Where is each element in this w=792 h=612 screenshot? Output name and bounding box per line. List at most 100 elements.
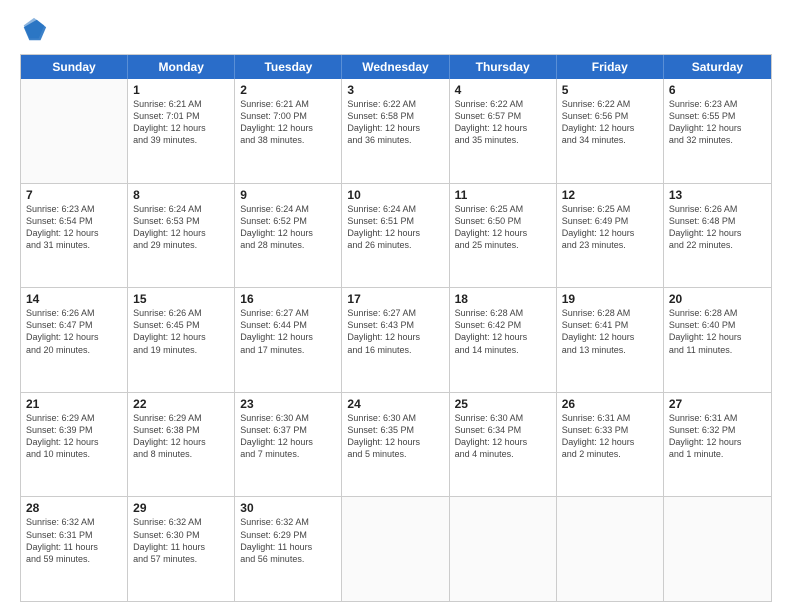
day-cell-5: 5Sunrise: 6:22 AM Sunset: 6:56 PM Daylig… bbox=[557, 79, 664, 183]
day-info: Sunrise: 6:29 AM Sunset: 6:39 PM Dayligh… bbox=[26, 412, 122, 461]
day-cell-2: 2Sunrise: 6:21 AM Sunset: 7:00 PM Daylig… bbox=[235, 79, 342, 183]
day-info: Sunrise: 6:28 AM Sunset: 6:40 PM Dayligh… bbox=[669, 307, 766, 356]
day-cell-24: 24Sunrise: 6:30 AM Sunset: 6:35 PM Dayli… bbox=[342, 393, 449, 497]
day-info: Sunrise: 6:30 AM Sunset: 6:34 PM Dayligh… bbox=[455, 412, 551, 461]
day-info: Sunrise: 6:31 AM Sunset: 6:33 PM Dayligh… bbox=[562, 412, 658, 461]
day-cell-18: 18Sunrise: 6:28 AM Sunset: 6:42 PM Dayli… bbox=[450, 288, 557, 392]
header-day-monday: Monday bbox=[128, 55, 235, 79]
day-number: 6 bbox=[669, 83, 766, 97]
day-info: Sunrise: 6:27 AM Sunset: 6:43 PM Dayligh… bbox=[347, 307, 443, 356]
day-info: Sunrise: 6:32 AM Sunset: 6:31 PM Dayligh… bbox=[26, 516, 122, 565]
day-number: 4 bbox=[455, 83, 551, 97]
calendar-week-2: 7Sunrise: 6:23 AM Sunset: 6:54 PM Daylig… bbox=[21, 184, 771, 289]
day-number: 19 bbox=[562, 292, 658, 306]
day-cell-6: 6Sunrise: 6:23 AM Sunset: 6:55 PM Daylig… bbox=[664, 79, 771, 183]
day-number: 14 bbox=[26, 292, 122, 306]
day-cell-10: 10Sunrise: 6:24 AM Sunset: 6:51 PM Dayli… bbox=[342, 184, 449, 288]
header-day-tuesday: Tuesday bbox=[235, 55, 342, 79]
day-info: Sunrise: 6:30 AM Sunset: 6:37 PM Dayligh… bbox=[240, 412, 336, 461]
day-cell-28: 28Sunrise: 6:32 AM Sunset: 6:31 PM Dayli… bbox=[21, 497, 128, 601]
header bbox=[20, 16, 772, 44]
day-number: 16 bbox=[240, 292, 336, 306]
day-info: Sunrise: 6:23 AM Sunset: 6:55 PM Dayligh… bbox=[669, 98, 766, 147]
day-number: 13 bbox=[669, 188, 766, 202]
day-number: 21 bbox=[26, 397, 122, 411]
day-cell-27: 27Sunrise: 6:31 AM Sunset: 6:32 PM Dayli… bbox=[664, 393, 771, 497]
day-number: 2 bbox=[240, 83, 336, 97]
day-number: 10 bbox=[347, 188, 443, 202]
day-cell-25: 25Sunrise: 6:30 AM Sunset: 6:34 PM Dayli… bbox=[450, 393, 557, 497]
day-info: Sunrise: 6:31 AM Sunset: 6:32 PM Dayligh… bbox=[669, 412, 766, 461]
day-cell-30: 30Sunrise: 6:32 AM Sunset: 6:29 PM Dayli… bbox=[235, 497, 342, 601]
day-info: Sunrise: 6:21 AM Sunset: 7:01 PM Dayligh… bbox=[133, 98, 229, 147]
day-info: Sunrise: 6:28 AM Sunset: 6:42 PM Dayligh… bbox=[455, 307, 551, 356]
day-number: 26 bbox=[562, 397, 658, 411]
day-number: 11 bbox=[455, 188, 551, 202]
header-day-wednesday: Wednesday bbox=[342, 55, 449, 79]
day-info: Sunrise: 6:24 AM Sunset: 6:53 PM Dayligh… bbox=[133, 203, 229, 252]
day-number: 7 bbox=[26, 188, 122, 202]
day-number: 23 bbox=[240, 397, 336, 411]
day-info: Sunrise: 6:26 AM Sunset: 6:47 PM Dayligh… bbox=[26, 307, 122, 356]
day-cell-3: 3Sunrise: 6:22 AM Sunset: 6:58 PM Daylig… bbox=[342, 79, 449, 183]
day-number: 29 bbox=[133, 501, 229, 515]
day-info: Sunrise: 6:28 AM Sunset: 6:41 PM Dayligh… bbox=[562, 307, 658, 356]
day-number: 12 bbox=[562, 188, 658, 202]
day-cell-4: 4Sunrise: 6:22 AM Sunset: 6:57 PM Daylig… bbox=[450, 79, 557, 183]
day-number: 5 bbox=[562, 83, 658, 97]
calendar-week-3: 14Sunrise: 6:26 AM Sunset: 6:47 PM Dayli… bbox=[21, 288, 771, 393]
day-number: 25 bbox=[455, 397, 551, 411]
day-cell-20: 20Sunrise: 6:28 AM Sunset: 6:40 PM Dayli… bbox=[664, 288, 771, 392]
header-day-friday: Friday bbox=[557, 55, 664, 79]
logo-icon bbox=[20, 16, 48, 44]
day-cell-22: 22Sunrise: 6:29 AM Sunset: 6:38 PM Dayli… bbox=[128, 393, 235, 497]
calendar-body: 1Sunrise: 6:21 AM Sunset: 7:01 PM Daylig… bbox=[21, 79, 771, 601]
day-cell-7: 7Sunrise: 6:23 AM Sunset: 6:54 PM Daylig… bbox=[21, 184, 128, 288]
day-cell-15: 15Sunrise: 6:26 AM Sunset: 6:45 PM Dayli… bbox=[128, 288, 235, 392]
day-cell-8: 8Sunrise: 6:24 AM Sunset: 6:53 PM Daylig… bbox=[128, 184, 235, 288]
calendar-week-1: 1Sunrise: 6:21 AM Sunset: 7:01 PM Daylig… bbox=[21, 79, 771, 184]
day-cell-26: 26Sunrise: 6:31 AM Sunset: 6:33 PM Dayli… bbox=[557, 393, 664, 497]
logo bbox=[20, 16, 52, 44]
day-cell-29: 29Sunrise: 6:32 AM Sunset: 6:30 PM Dayli… bbox=[128, 497, 235, 601]
header-day-thursday: Thursday bbox=[450, 55, 557, 79]
day-cell-13: 13Sunrise: 6:26 AM Sunset: 6:48 PM Dayli… bbox=[664, 184, 771, 288]
day-number: 3 bbox=[347, 83, 443, 97]
day-number: 9 bbox=[240, 188, 336, 202]
day-number: 18 bbox=[455, 292, 551, 306]
empty-cell bbox=[342, 497, 449, 601]
calendar-week-5: 28Sunrise: 6:32 AM Sunset: 6:31 PM Dayli… bbox=[21, 497, 771, 601]
day-info: Sunrise: 6:25 AM Sunset: 6:50 PM Dayligh… bbox=[455, 203, 551, 252]
day-info: Sunrise: 6:21 AM Sunset: 7:00 PM Dayligh… bbox=[240, 98, 336, 147]
day-info: Sunrise: 6:32 AM Sunset: 6:29 PM Dayligh… bbox=[240, 516, 336, 565]
day-info: Sunrise: 6:22 AM Sunset: 6:58 PM Dayligh… bbox=[347, 98, 443, 147]
day-cell-16: 16Sunrise: 6:27 AM Sunset: 6:44 PM Dayli… bbox=[235, 288, 342, 392]
empty-cell bbox=[21, 79, 128, 183]
day-number: 22 bbox=[133, 397, 229, 411]
header-day-sunday: Sunday bbox=[21, 55, 128, 79]
day-number: 1 bbox=[133, 83, 229, 97]
day-cell-21: 21Sunrise: 6:29 AM Sunset: 6:39 PM Dayli… bbox=[21, 393, 128, 497]
day-number: 15 bbox=[133, 292, 229, 306]
day-info: Sunrise: 6:26 AM Sunset: 6:48 PM Dayligh… bbox=[669, 203, 766, 252]
day-cell-23: 23Sunrise: 6:30 AM Sunset: 6:37 PM Dayli… bbox=[235, 393, 342, 497]
day-number: 8 bbox=[133, 188, 229, 202]
calendar-week-4: 21Sunrise: 6:29 AM Sunset: 6:39 PM Dayli… bbox=[21, 393, 771, 498]
day-cell-9: 9Sunrise: 6:24 AM Sunset: 6:52 PM Daylig… bbox=[235, 184, 342, 288]
calendar-header-row: SundayMondayTuesdayWednesdayThursdayFrid… bbox=[21, 55, 771, 79]
page: SundayMondayTuesdayWednesdayThursdayFrid… bbox=[0, 0, 792, 612]
day-number: 30 bbox=[240, 501, 336, 515]
day-info: Sunrise: 6:23 AM Sunset: 6:54 PM Dayligh… bbox=[26, 203, 122, 252]
day-info: Sunrise: 6:24 AM Sunset: 6:51 PM Dayligh… bbox=[347, 203, 443, 252]
day-info: Sunrise: 6:32 AM Sunset: 6:30 PM Dayligh… bbox=[133, 516, 229, 565]
day-info: Sunrise: 6:26 AM Sunset: 6:45 PM Dayligh… bbox=[133, 307, 229, 356]
day-number: 20 bbox=[669, 292, 766, 306]
empty-cell bbox=[664, 497, 771, 601]
day-cell-1: 1Sunrise: 6:21 AM Sunset: 7:01 PM Daylig… bbox=[128, 79, 235, 183]
day-cell-11: 11Sunrise: 6:25 AM Sunset: 6:50 PM Dayli… bbox=[450, 184, 557, 288]
day-number: 24 bbox=[347, 397, 443, 411]
day-cell-17: 17Sunrise: 6:27 AM Sunset: 6:43 PM Dayli… bbox=[342, 288, 449, 392]
empty-cell bbox=[450, 497, 557, 601]
day-cell-14: 14Sunrise: 6:26 AM Sunset: 6:47 PM Dayli… bbox=[21, 288, 128, 392]
day-info: Sunrise: 6:24 AM Sunset: 6:52 PM Dayligh… bbox=[240, 203, 336, 252]
